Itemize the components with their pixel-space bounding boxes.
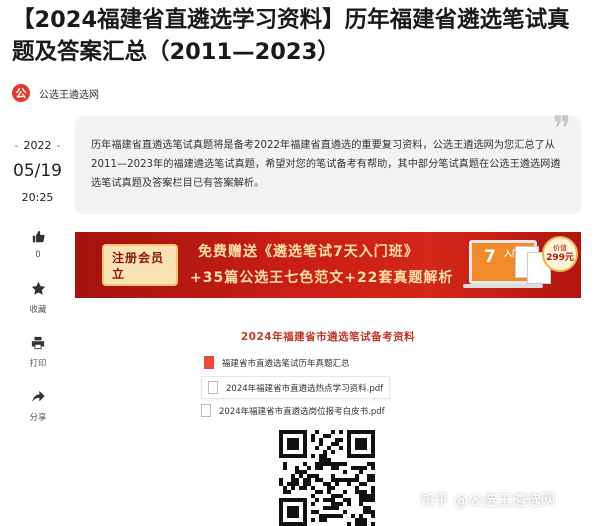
file-name[interactable]: 福建省市直遴选笔试历年真题汇总 [222,357,350,369]
author-name[interactable]: 公选王遴选网 [39,86,99,101]
like-button[interactable]: 0 [20,230,56,260]
author-logo[interactable]: 公 [12,84,30,102]
date-time: 20:25 [21,191,54,204]
favorite-label: 收藏 [29,305,47,315]
file-item-pdf[interactable]: 2024年福建省市直遴选热点学习资料.pdf [201,376,391,399]
screen-number: 7 [484,247,496,267]
pdf-file-icon [201,404,211,417]
date-year-row: -2022- [14,139,61,152]
banner-subline: +35篇公选王七色范文+22套真题解析 [190,270,454,286]
favorite-button[interactable]: 收藏 [20,281,56,315]
file-item-pdf[interactable]: 2024年福建省市直遴选岗位报考白皮书.pdf [201,404,385,417]
print-label: 打印 [29,359,47,369]
like-count: 0 [35,250,41,260]
folder-icon [204,356,214,369]
printer-icon [31,336,45,350]
share-label: 分享 [29,413,47,423]
intro-text: 历年福建省直遴选笔试真题将是备考2022年福建省直遴选的重要复习资料，公选王遴选… [91,140,561,189]
quote-mark-icon: ❞ [552,109,571,149]
file-item-folder[interactable]: 福建省市直遴选笔试历年真题汇总 [204,356,350,369]
section-heading: 2024年福建省市遴选笔试备考资料 [240,331,416,343]
qr-code-image [279,430,375,526]
intro-quote: ❞ 历年福建省直遴选笔试真题将是备考2022年福建省直遴选的重要复习资料，公选王… [75,109,581,214]
article-actions: 0 收藏 打印 分享 [20,230,56,444]
author-info[interactable]: 公 公选王遴选网 [12,83,99,103]
file-name[interactable]: 2024年福建省市直遴选岗位报考白皮书.pdf [219,405,385,417]
banner-headline: 免费赠送《遴选笔试7天入门班》 [198,244,419,260]
publish-date: -2022- 05/19 20:25 [0,138,75,206]
pdf-file-icon [208,381,218,394]
date-year: 2022 [23,139,52,152]
promo-banner[interactable]: 注册会员立 免费赠送《遴选笔试7天入门班》 +35篇公选王七色范文+22套真题解… [75,232,581,298]
article-title: 【2024福建省直遴选学习资料】历年福建省遴选笔试真题及答案汇总（2011—20… [12,7,570,65]
badge-top: 价值 [553,244,567,252]
file-name[interactable]: 2024年福建省市直遴选热点学习资料.pdf [226,382,383,394]
price-badge: 价值 299元 [542,236,578,272]
date-month-day: 05/19 [13,161,62,181]
share-icon [31,390,45,403]
laptop-base [463,284,543,288]
print-button[interactable]: 打印 [20,336,56,369]
register-member-button[interactable]: 注册会员立 [102,244,178,286]
thumbs-up-icon [32,230,45,243]
star-icon [31,281,45,295]
share-button[interactable]: 分享 [20,390,56,423]
badge-price: 299元 [546,253,574,263]
platform-watermark: 知乎 @公选王遴选网 [420,493,556,509]
